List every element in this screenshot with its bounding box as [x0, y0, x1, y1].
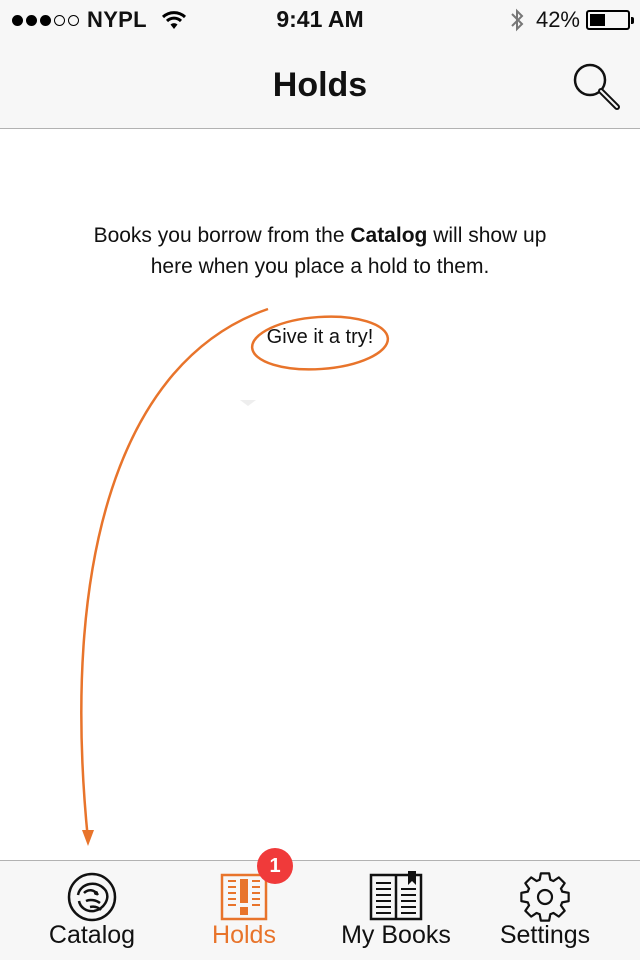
- hint-arrow-overlay: [80, 307, 390, 846]
- tab-my-books-label: My Books: [341, 921, 451, 949]
- battery-icon: [586, 10, 634, 30]
- give-it-a-try-prompt: Give it a try!: [266, 326, 374, 348]
- bluetooth-icon: [511, 8, 524, 32]
- holds-badge: 1: [257, 848, 293, 884]
- gear-outline: [520, 872, 570, 922]
- message-text-start: Books you borrow from the: [93, 224, 351, 247]
- hint-arrow: [80, 307, 269, 841]
- status-right: 42%: [510, 7, 634, 32]
- catalog-link-text: Catalog: [350, 224, 428, 247]
- tab-settings[interactable]: Settings: [465, 861, 625, 960]
- search-icon: [573, 63, 620, 110]
- book-icon: [369, 871, 423, 921]
- gear-icon: [520, 872, 570, 922]
- tab-catalog[interactable]: Catalog: [12, 861, 172, 960]
- search-button[interactable]: [570, 60, 622, 112]
- tab-catalog-label: Catalog: [48, 921, 136, 949]
- tab-bar: Catalog Holds My Books Settings: [0, 860, 640, 960]
- tab-holds-label: Holds: [212, 921, 276, 949]
- navigation-bar: Holds: [0, 40, 640, 129]
- battery-level: [590, 14, 605, 26]
- arrow-head-icon: [82, 830, 94, 846]
- battery-percent: 42%: [535, 7, 580, 32]
- page-title: Holds: [272, 66, 368, 104]
- tab-settings-label: Settings: [499, 921, 591, 949]
- status-bar: NYPL 9:41 AM 42%: [0, 0, 640, 40]
- small-triangle-icon: [240, 400, 256, 406]
- empty-state-message: Books you borrow from the Catalog will s…: [80, 220, 560, 282]
- tab-my-books[interactable]: My Books: [316, 861, 476, 960]
- lion-icon: [67, 872, 117, 922]
- tab-holds[interactable]: Holds: [164, 861, 324, 960]
